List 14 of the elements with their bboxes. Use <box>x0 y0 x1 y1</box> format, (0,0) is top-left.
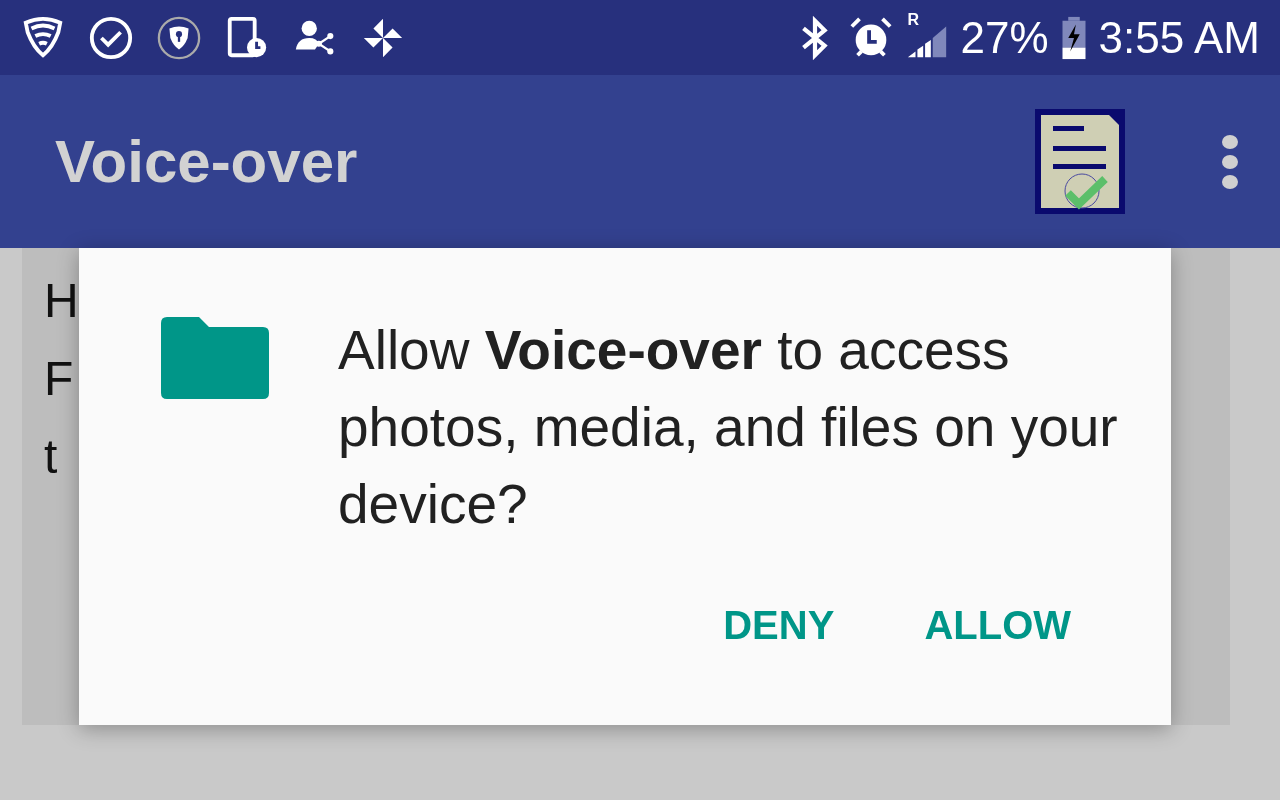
clock-time: 3:55 AM <box>1098 12 1260 63</box>
deny-button[interactable]: DENY <box>723 603 835 648</box>
folder-icon <box>161 317 269 399</box>
roaming-label: R <box>907 10 920 29</box>
check-circle-icon <box>88 14 134 61</box>
background-text: H <box>44 273 79 329</box>
shield-key-icon <box>156 14 202 61</box>
background-text: F <box>44 351 75 407</box>
app-title: Voice-over <box>55 127 358 196</box>
battery-percent: 27% <box>960 12 1049 63</box>
permission-message: Allow Voice-over to access photos, media, and files on your device? <box>338 318 1119 537</box>
background-text: t <box>44 429 59 485</box>
document-check-icon[interactable] <box>1035 109 1125 214</box>
allow-button[interactable]: ALLOW <box>924 603 1071 648</box>
